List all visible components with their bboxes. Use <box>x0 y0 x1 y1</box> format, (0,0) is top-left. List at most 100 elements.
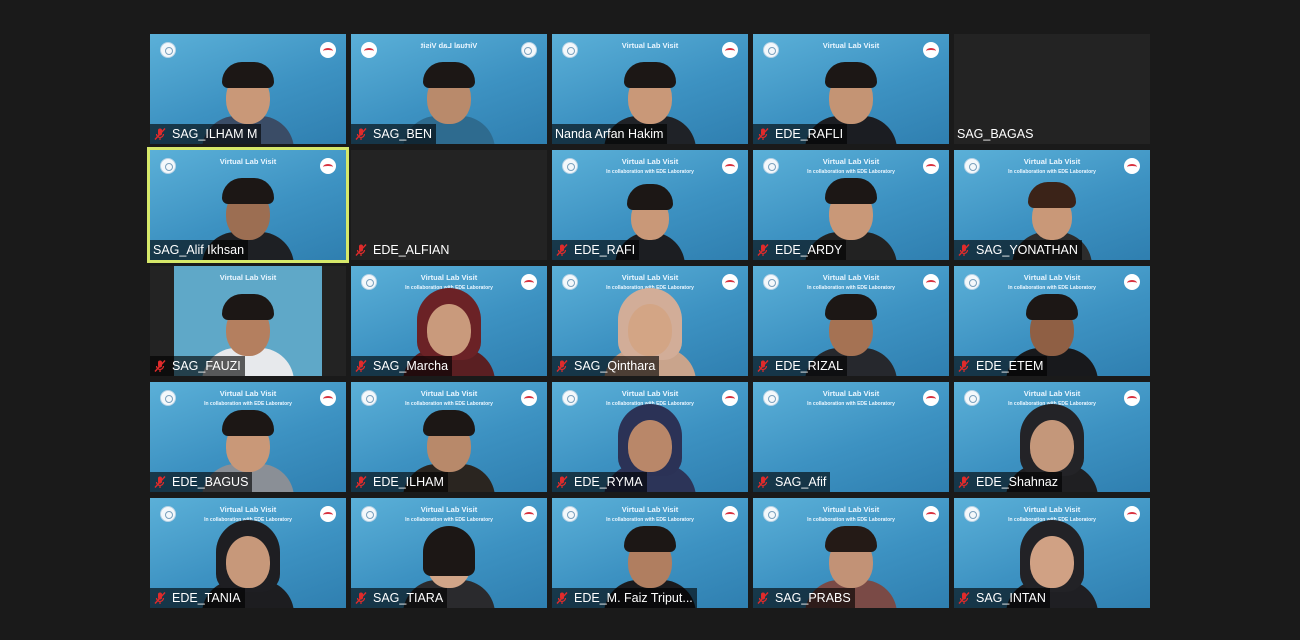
participant-tile-sag-ben[interactable]: Virtual Lab Visit SAG_BEN <box>351 34 547 144</box>
participant-tile-sag-intan[interactable]: Virtual Lab Visit In collaboration with … <box>954 498 1150 608</box>
banner-title: Virtual Lab Visit <box>1023 157 1081 166</box>
mic-muted-icon <box>757 128 769 140</box>
banner-title: Virtual Lab Visit <box>822 157 880 166</box>
mic-muted-icon <box>757 360 769 372</box>
name-label: SAG_TIARA <box>351 588 448 608</box>
university-logo-icon <box>763 42 779 58</box>
participant-tile-nanda-arfan-hakim[interactable]: Virtual Lab Visit Nanda Arfan Hakim <box>552 34 748 144</box>
participant-name: EDE_ALFIAN <box>373 243 450 257</box>
lab-logo-icon <box>722 274 738 290</box>
banner-title: Virtual Lab Visit <box>219 505 277 514</box>
participant-name: EDE_TANIA <box>172 591 241 605</box>
participant-tile-sag-marcha[interactable]: Virtual Lab Visit In collaboration with … <box>351 266 547 376</box>
participant-tile-sag-yonathan[interactable]: Virtual Lab Visit In collaboration with … <box>954 150 1150 260</box>
university-logo-icon <box>964 390 980 406</box>
mic-muted-icon <box>154 128 166 140</box>
university-logo-icon <box>361 506 377 522</box>
banner-title: Virtual Lab Visit <box>621 41 679 50</box>
participant-name: SAG_BEN <box>373 127 433 141</box>
lab-logo-icon <box>923 506 939 522</box>
participant-tile-ede-ardy[interactable]: Virtual Lab Visit In collaboration with … <box>753 150 949 260</box>
lab-logo-icon <box>521 274 537 290</box>
mic-muted-icon <box>556 592 568 604</box>
university-logo-icon <box>521 42 537 58</box>
name-label: EDE_Shahnaz <box>954 472 1063 492</box>
university-logo-icon <box>964 506 980 522</box>
participant-tile-ede-rizal[interactable]: Virtual Lab Visit In collaboration with … <box>753 266 949 376</box>
participant-tile-sag-bagas[interactable]: SAG_BAGAS <box>954 34 1150 144</box>
participant-tile-ede-rafli[interactable]: Virtual Lab Visit EDE_RAFLI <box>753 34 949 144</box>
lab-logo-icon <box>923 274 939 290</box>
lab-logo-icon <box>722 506 738 522</box>
university-logo-icon <box>562 158 578 174</box>
name-label: SAG_BEN <box>351 124 437 144</box>
name-label: EDE_ALFIAN <box>351 240 453 260</box>
participant-name: SAG_PRABS <box>775 591 851 605</box>
participant-tile-ede-ilham[interactable]: Virtual Lab Visit In collaboration with … <box>351 382 547 492</box>
participant-name: EDE_RYMA <box>574 475 643 489</box>
university-logo-icon <box>160 506 176 522</box>
participant-tile-ede-bagus[interactable]: Virtual Lab Visit In collaboration with … <box>150 382 346 492</box>
participant-name: SAG_Marcha <box>373 359 449 373</box>
mic-muted-icon <box>757 476 769 488</box>
university-logo-icon <box>763 506 779 522</box>
participant-tile-ede-tania[interactable]: Virtual Lab Visit In collaboration with … <box>150 498 346 608</box>
mic-muted-icon <box>355 360 367 372</box>
virtual-background: Virtual Lab Visit In collaboration with … <box>753 382 949 422</box>
participant-tile-ede-rafi[interactable]: Virtual Lab Visit In collaboration with … <box>552 150 748 260</box>
participant-name: EDE_BAGUS <box>172 475 249 489</box>
banner-title: Virtual Lab Visit <box>219 157 277 166</box>
name-label: EDE_ARDY <box>753 240 847 260</box>
name-label: EDE_RYMA <box>552 472 647 492</box>
participant-tile-sag-afif[interactable]: Virtual Lab Visit In collaboration with … <box>753 382 949 492</box>
participant-name: EDE_ILHAM <box>373 475 444 489</box>
participant-tile-sag-qinthara[interactable]: Virtual Lab Visit In collaboration with … <box>552 266 748 376</box>
mic-muted-icon <box>757 244 769 256</box>
participant-tile-sag-tiara[interactable]: Virtual Lab Visit In collaboration with … <box>351 498 547 608</box>
university-logo-icon <box>562 274 578 290</box>
name-label: EDE_BAGUS <box>150 472 253 492</box>
mic-muted-icon <box>556 476 568 488</box>
university-logo-icon <box>964 158 980 174</box>
participant-name: SAG_Afif <box>775 475 827 489</box>
university-logo-icon <box>562 42 578 58</box>
participant-tile-ede-shahnaz[interactable]: Virtual Lab Visit In collaboration with … <box>954 382 1150 492</box>
name-label: EDE_ETEM <box>954 356 1048 376</box>
participant-name: EDE_ETEM <box>976 359 1044 373</box>
participant-tile-ede-ryma[interactable]: Virtual Lab Visit In collaboration with … <box>552 382 748 492</box>
banner-title: Virtual Lab Visit <box>621 157 679 166</box>
university-logo-icon <box>562 506 578 522</box>
participant-tile-sag-alif-ikhsan[interactable]: Virtual Lab Visit SAG_Alif Ikhsan <box>147 147 349 263</box>
participant-tile-sag-prabs[interactable]: Virtual Lab Visit In collaboration with … <box>753 498 949 608</box>
participant-name: EDE_ARDY <box>775 243 843 257</box>
banner-title: Virtual Lab Visit <box>1023 389 1081 398</box>
participant-tile-ede-m-faiz[interactable]: Virtual Lab Visit In collaboration with … <box>552 498 748 608</box>
lab-logo-icon <box>521 506 537 522</box>
participant-name: SAG_TIARA <box>373 591 444 605</box>
banner-title: Virtual Lab Visit <box>822 389 880 398</box>
participant-tile-ede-alfian[interactable]: EDE_ALFIAN <box>351 150 547 260</box>
participant-name: EDE_Shahnaz <box>976 475 1059 489</box>
banner-title: Virtual Lab Visit <box>621 505 679 514</box>
participant-tile-sag-fauzi[interactable]: Virtual Lab Visit SAG_FAUZI <box>150 266 346 376</box>
mic-muted-icon <box>958 244 970 256</box>
name-label: SAG_Marcha <box>351 356 453 376</box>
name-label: EDE_TANIA <box>150 588 245 608</box>
banner-title: Virtual Lab Visit <box>420 41 478 50</box>
lab-logo-icon <box>1124 158 1140 174</box>
banner-subtitle: In collaboration with EDE Laboratory <box>807 401 895 407</box>
participant-name: SAG_ILHAM M <box>172 127 258 141</box>
participant-tile-ede-etem[interactable]: Virtual Lab Visit In collaboration with … <box>954 266 1150 376</box>
banner-title: Virtual Lab Visit <box>621 389 679 398</box>
lab-logo-icon <box>923 42 939 58</box>
university-logo-icon <box>763 390 779 406</box>
mic-muted-icon <box>154 476 166 488</box>
mic-muted-icon <box>958 592 970 604</box>
participant-tile-sag-ilham-m[interactable]: SAG_ILHAM M <box>150 34 346 144</box>
mic-muted-icon <box>958 360 970 372</box>
mic-muted-icon <box>355 128 367 140</box>
university-logo-icon <box>361 390 377 406</box>
mic-muted-icon <box>958 476 970 488</box>
participant-name: EDE_RAFLI <box>775 127 844 141</box>
banner-subtitle: In collaboration with EDE Laboratory <box>1008 169 1096 175</box>
